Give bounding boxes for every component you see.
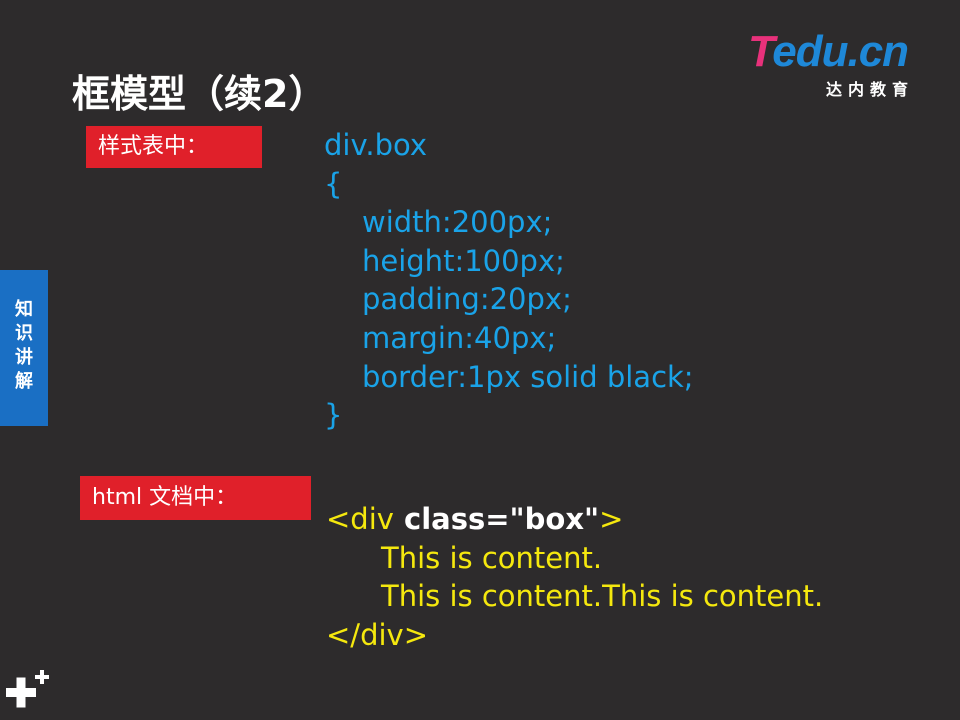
- side-tab-label: 知识讲解: [15, 299, 33, 392]
- logo-wordmark-rest: edu.cn: [772, 27, 909, 76]
- slide-title: 框模型（续2）: [72, 72, 327, 116]
- html-open-tag-end: >: [599, 502, 624, 536]
- css-declaration: width:200px;: [362, 205, 553, 240]
- tedu-logo: Tedu.cn 达内教育: [748, 27, 928, 100]
- slide: Tedu.cn 达内教育 框模型（续2） 知识讲解 样式表中： div.box …: [0, 0, 960, 720]
- css-declaration: height:100px;: [362, 243, 565, 278]
- css-code-block: div.box { width:200px; height:100px; pad…: [324, 126, 694, 435]
- css-open-brace: {: [324, 166, 343, 201]
- css-selector: div.box: [324, 128, 428, 162]
- logo-wordmark-t: T: [748, 27, 773, 76]
- html-label: html 文档中：: [80, 476, 311, 520]
- css-label: 样式表中：: [86, 126, 262, 168]
- html-content-line: This is content.This is content.: [381, 579, 824, 614]
- side-tab: 知识讲解: [0, 270, 48, 426]
- html-code-block: <div class="box"> This is content. This …: [326, 500, 823, 654]
- html-content-line: This is content.: [381, 540, 603, 575]
- html-class-attribute: class="box": [393, 502, 600, 536]
- logo-wordmark: Tedu.cn: [748, 27, 909, 76]
- html-open-tag: <div class="box">: [326, 500, 823, 539]
- logo-subtitle: 达内教育: [826, 80, 915, 99]
- css-close-brace: }: [324, 398, 343, 433]
- css-declaration: margin:40px;: [362, 320, 557, 355]
- plus-icon: [6, 670, 49, 708]
- css-declaration: border:1px solid black;: [362, 359, 694, 394]
- css-declaration: padding:20px;: [362, 282, 572, 317]
- html-close-tag: </div>: [326, 617, 428, 652]
- html-open-tag-start: <div: [326, 502, 394, 536]
